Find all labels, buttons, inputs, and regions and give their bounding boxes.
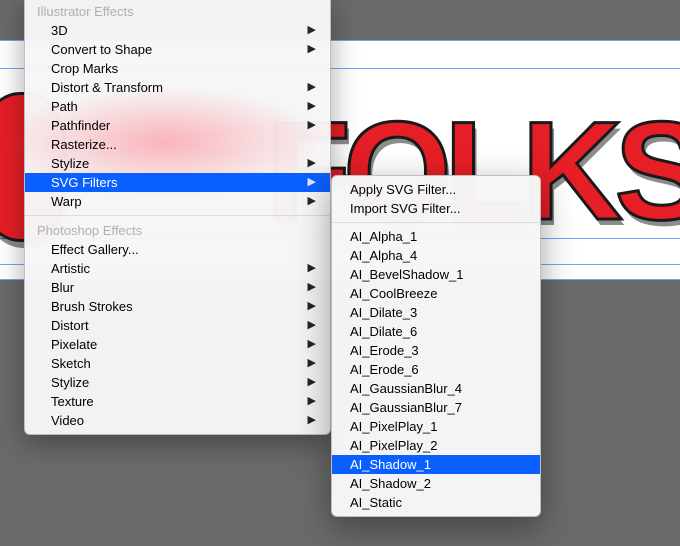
submenu-arrow-icon: ▶	[308, 120, 316, 131]
menu-item-pathfinder-label: Pathfinder	[51, 118, 110, 133]
submenu-filter-label: AI_BevelShadow_1	[350, 267, 463, 282]
submenu-arrow-icon: ▶	[308, 101, 316, 112]
submenu-filter-ai-pixelplay-2[interactable]: AI_PixelPlay_2	[332, 436, 540, 455]
submenu-filter-ai-alpha-4[interactable]: AI_Alpha_4	[332, 246, 540, 265]
submenu-filter-label: AI_PixelPlay_1	[350, 419, 437, 434]
submenu-arrow-icon: ▶	[308, 358, 316, 369]
menu-section-header-illustrator: Illustrator Effects	[25, 1, 330, 21]
submenu-arrow-icon: ▶	[308, 282, 316, 293]
menu-item-stylize[interactable]: Stylize ▶	[25, 373, 330, 392]
menu-item-convert-to-shape-label: Convert to Shape	[51, 42, 152, 57]
menu-item-pixelate[interactable]: Pixelate ▶	[25, 335, 330, 354]
submenu-arrow-icon: ▶	[308, 396, 316, 407]
menu-item-artistic[interactable]: Artistic ▶	[25, 259, 330, 278]
menu-item-warp[interactable]: Warp ▶	[25, 192, 330, 211]
menu-item-pixelate-label: Pixelate	[51, 337, 97, 352]
menu-item-pathfinder[interactable]: Pathfinder ▶	[25, 116, 330, 135]
submenu-arrow-icon: ▶	[308, 377, 316, 388]
menu-item-blur-label: Blur	[51, 280, 74, 295]
submenu-filter-label: AI_Alpha_1	[350, 229, 417, 244]
menu-item-svg-filters-label: SVG Filters	[51, 175, 117, 190]
menu-item-artistic-label: Artistic	[51, 261, 90, 276]
submenu-filter-ai-static[interactable]: AI_Static	[332, 493, 540, 512]
submenu-item-label: Import SVG Filter...	[350, 201, 461, 216]
menu-item-stylize-label: Stylize	[51, 156, 89, 171]
menu-section-header-photoshop: Photoshop Effects	[25, 220, 330, 240]
submenu-filter-label: AI_GaussianBlur_4	[350, 381, 462, 396]
menu-item-crop-marks[interactable]: Crop Marks	[25, 59, 330, 78]
effects-menu: Illustrator Effects 3D ▶ Convert to Shape ▶…	[24, 0, 331, 435]
menu-item-distort-label: Distort	[51, 318, 89, 333]
menu-item-stylize[interactable]: Stylize ▶	[25, 154, 330, 173]
submenu-arrow-icon: ▶	[308, 82, 316, 93]
menu-item-distort-transform[interactable]: Distort & Transform ▶	[25, 78, 330, 97]
submenu-arrow-icon: ▶	[308, 158, 316, 169]
submenu-filter-label: AI_Dilate_3	[350, 305, 417, 320]
menu-item-brush-strokes-label: Brush Strokes	[51, 299, 133, 314]
menu-item-crop-marks-label: Crop Marks	[51, 61, 118, 76]
menu-item-video[interactable]: Video ▶	[25, 411, 330, 430]
submenu-filter-label: AI_Erode_6	[350, 362, 419, 377]
submenu-filter-label: AI_CoolBreeze	[350, 286, 437, 301]
menu-item-effect-gallery--label: Effect Gallery...	[51, 242, 139, 257]
menu-item-3d-label: 3D	[51, 23, 68, 38]
submenu-item-label: Apply SVG Filter...	[350, 182, 456, 197]
submenu-separator	[332, 222, 540, 223]
submenu-filter-label: AI_PixelPlay_2	[350, 438, 437, 453]
menu-separator	[25, 215, 330, 216]
svg-filters-submenu: Apply SVG Filter...Import SVG Filter... …	[331, 175, 541, 517]
submenu-filter-label: AI_Erode_3	[350, 343, 419, 358]
submenu-filter-label: AI_Static	[350, 495, 402, 510]
submenu-filter-ai-pixelplay-1[interactable]: AI_PixelPlay_1	[332, 417, 540, 436]
menu-item-blur[interactable]: Blur ▶	[25, 278, 330, 297]
submenu-filter-ai-shadow-1[interactable]: AI_Shadow_1	[332, 455, 540, 474]
submenu-arrow-icon: ▶	[308, 301, 316, 312]
submenu-arrow-icon: ▶	[308, 196, 316, 207]
submenu-filter-ai-erode-6[interactable]: AI_Erode_6	[332, 360, 540, 379]
menu-item-brush-strokes[interactable]: Brush Strokes ▶	[25, 297, 330, 316]
submenu-filter-ai-dilate-6[interactable]: AI_Dilate_6	[332, 322, 540, 341]
submenu-filter-ai-gaussianblur-4[interactable]: AI_GaussianBlur_4	[332, 379, 540, 398]
submenu-filter-label: AI_Alpha_4	[350, 248, 417, 263]
submenu-filter-ai-bevelshadow-1[interactable]: AI_BevelShadow_1	[332, 265, 540, 284]
submenu-filter-label: AI_Shadow_1	[350, 457, 431, 472]
submenu-item-import-svg-filter-[interactable]: Import SVG Filter...	[332, 199, 540, 218]
submenu-arrow-icon: ▶	[308, 25, 316, 36]
menu-item-effect-gallery-[interactable]: Effect Gallery...	[25, 240, 330, 259]
submenu-filter-ai-dilate-3[interactable]: AI_Dilate_3	[332, 303, 540, 322]
menu-item-rasterize-[interactable]: Rasterize...	[25, 135, 330, 154]
submenu-filter-ai-coolbreeze[interactable]: AI_CoolBreeze	[332, 284, 540, 303]
submenu-filter-label: AI_Dilate_6	[350, 324, 417, 339]
menu-item-distort[interactable]: Distort ▶	[25, 316, 330, 335]
menu-item-svg-filters[interactable]: SVG Filters ▶	[25, 173, 330, 192]
submenu-filter-ai-alpha-1[interactable]: AI_Alpha_1	[332, 227, 540, 246]
menu-item-texture[interactable]: Texture ▶	[25, 392, 330, 411]
submenu-arrow-icon: ▶	[308, 339, 316, 350]
submenu-arrow-icon: ▶	[308, 263, 316, 274]
menu-item-stylize-label: Stylize	[51, 375, 89, 390]
menu-item-path[interactable]: Path ▶	[25, 97, 330, 116]
submenu-arrow-icon: ▶	[308, 44, 316, 55]
menu-item-warp-label: Warp	[51, 194, 82, 209]
menu-item-video-label: Video	[51, 413, 84, 428]
menu-item-convert-to-shape[interactable]: Convert to Shape ▶	[25, 40, 330, 59]
menu-item-sketch[interactable]: Sketch ▶	[25, 354, 330, 373]
submenu-filter-ai-erode-3[interactable]: AI_Erode_3	[332, 341, 540, 360]
menu-item-sketch-label: Sketch	[51, 356, 91, 371]
menu-item-texture-label: Texture	[51, 394, 94, 409]
submenu-arrow-icon: ▶	[308, 415, 316, 426]
menu-item-path-label: Path	[51, 99, 78, 114]
submenu-item-apply-svg-filter-[interactable]: Apply SVG Filter...	[332, 180, 540, 199]
submenu-arrow-icon: ▶	[308, 177, 316, 188]
menu-item-distort-transform-label: Distort & Transform	[51, 80, 163, 95]
submenu-filter-ai-shadow-2[interactable]: AI_Shadow_2	[332, 474, 540, 493]
submenu-filter-label: AI_Shadow_2	[350, 476, 431, 491]
menu-item-rasterize--label: Rasterize...	[51, 137, 117, 152]
menu-item-3d[interactable]: 3D ▶	[25, 21, 330, 40]
submenu-filter-label: AI_GaussianBlur_7	[350, 400, 462, 415]
submenu-arrow-icon: ▶	[308, 320, 316, 331]
submenu-filter-ai-gaussianblur-7[interactable]: AI_GaussianBlur_7	[332, 398, 540, 417]
